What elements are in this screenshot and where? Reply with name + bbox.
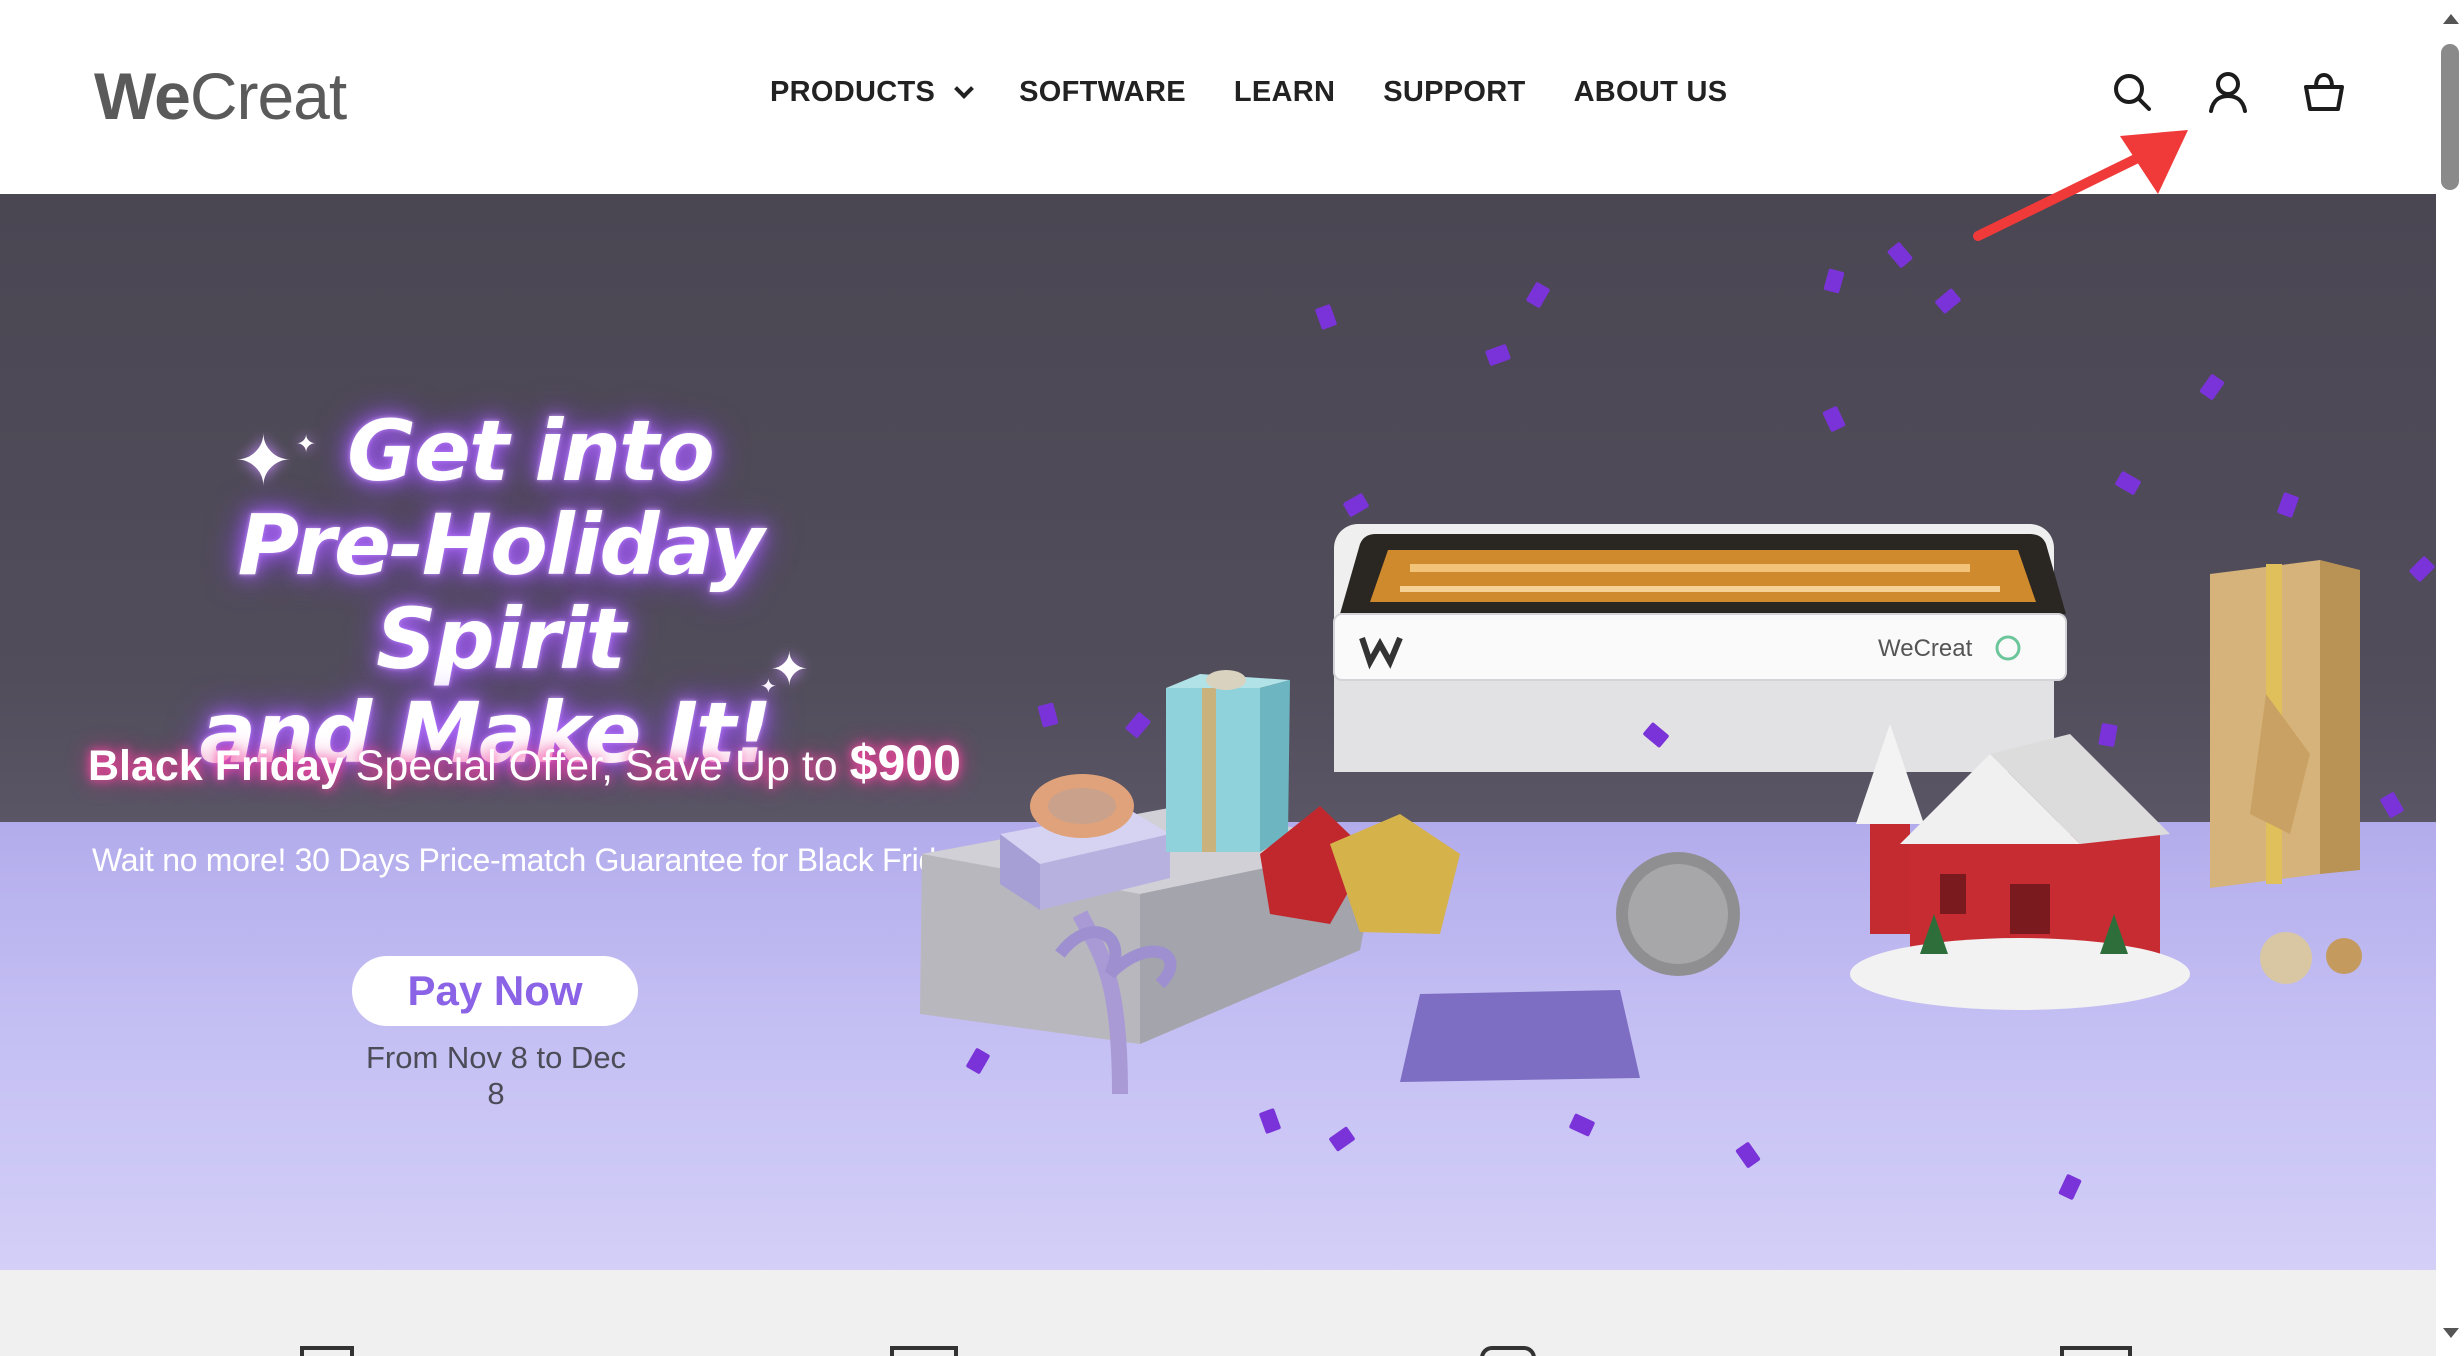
logo-creat-text: Creat [189,59,347,133]
headline-line-1: Get into [347,402,715,500]
yarn-ball [2260,932,2312,984]
nav-support-label: SUPPORT [1383,76,1526,108]
feature-icon [2060,1346,2132,1356]
pay-now-label: Pay Now [407,967,583,1014]
price-match-text: Wait no more! 30 Days Price-match Guaran… [92,842,970,878]
scroll-down-arrow-icon[interactable] [2443,1328,2459,1338]
nav-software[interactable]: SOFTWARE [1019,76,1186,109]
lace-card [1400,990,1640,1082]
site-header: WeCreat PRODUCTS SOFTWARE LEARN SUPPORT … [0,0,2436,194]
scroll-up-arrow-icon[interactable] [2443,14,2459,24]
cart-icon[interactable] [2302,70,2346,114]
search-icon[interactable] [2110,70,2154,114]
engraved-coin [1616,852,1740,976]
account-icon[interactable] [2206,70,2250,114]
nav-about-us-label: ABOUT US [1573,76,1728,108]
feature-icon [890,1346,958,1356]
wecreat-laser-machine: WeCreat [1333,524,2067,772]
hero-headline: Get into Pre-Holiday Spirit and Make It! [110,404,890,780]
header-actions [2110,70,2346,114]
nav-about-us[interactable]: ABOUT US [1574,76,1728,109]
offer-prefix: Black Friday [88,742,344,790]
machine-brand-label: WeCreat [1878,635,1973,662]
black-friday-offer: Black Friday Special Offer, Save Up to $… [88,734,961,792]
features-strip [0,1270,2436,1356]
nav-learn[interactable]: LEARN [1234,76,1335,109]
main-nav: PRODUCTS SOFTWARE LEARN SUPPORT ABOUT US [770,76,1727,109]
nav-support[interactable]: SUPPORT [1383,76,1525,109]
chevron-down-icon [954,78,975,99]
teal-gift-box [1166,670,1290,852]
nav-products-label: PRODUCTS [770,76,936,108]
nav-software-label: SOFTWARE [1019,76,1186,108]
nav-learn-label: LEARN [1233,76,1336,108]
kraft-gift-box [2210,560,2360,888]
yarn-ball [2326,938,2362,974]
headline-line-2: Pre-Holiday Spirit [237,496,765,688]
offer-middle: Special Offer, Save Up to [343,742,850,790]
logo-we-text: We [94,59,191,133]
wecreat-logo[interactable]: WeCreat [94,58,347,134]
nav-products[interactable]: PRODUCTS [770,76,975,109]
scrollbar-thumb[interactable] [2441,44,2459,190]
page-scrollbar[interactable] [2436,0,2464,1356]
feature-icon [1480,1346,1536,1356]
hero-banner[interactable]: ✦ ✦ ✦ ✦ Get into Pre-Holiday Spirit and … [0,194,2436,1270]
feature-icon [300,1346,354,1356]
pay-now-button[interactable]: Pay Now [352,956,638,1026]
promo-dates: From Nov 8 to Dec 8 [365,1040,627,1111]
